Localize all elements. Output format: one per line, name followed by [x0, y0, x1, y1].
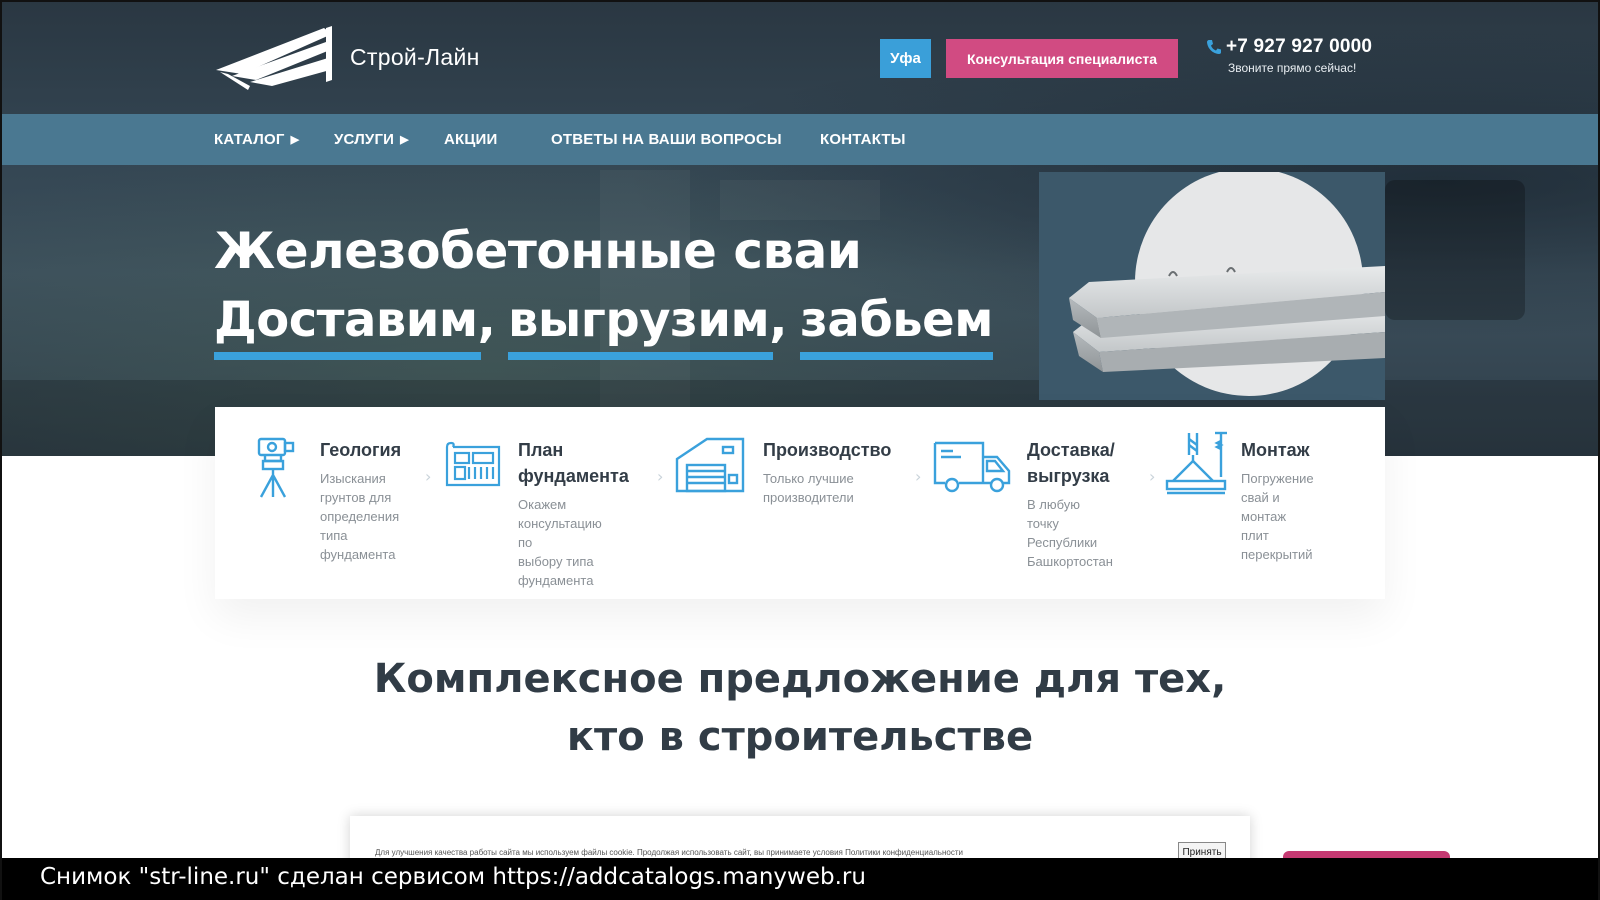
underline-accent [508, 352, 773, 360]
feature-description: В любую точку Республики Башкортостан [1027, 497, 1113, 569]
frame-border [0, 0, 2, 900]
feature-title: Производство [763, 440, 892, 460]
underline-accent [800, 352, 993, 360]
hero-product-image [1039, 172, 1385, 400]
phone-block[interactable]: +7 927 927 0000 Звоните прямо сейчас! [1206, 36, 1372, 75]
nav-item-label: КАТАЛОГ [214, 131, 285, 148]
nav-item-label: КОНТАКТЫ [820, 131, 906, 148]
consult-button[interactable]: Консультация специалиста [946, 39, 1178, 78]
caption-text: Снимок "str-line.ru" сделан сервисом htt… [40, 864, 866, 890]
logo-text: Строй-Лайн [350, 43, 480, 70]
city-button[interactable]: Уфа [880, 39, 931, 78]
blueprint-icon [445, 441, 501, 487]
hero-word-unload: выгрузим, [508, 292, 788, 360]
nav-item-services[interactable]: УСЛУГИ ▶ [334, 114, 409, 165]
feature-title: Геология [320, 440, 402, 460]
caption-bar: Снимок "str-line.ru" сделан сервисом htt… [0, 858, 1600, 900]
hero-word-drive: забьем [800, 292, 993, 360]
frame-border [0, 0, 1600, 2]
page: Строй-Лайн Уфа Консультация специалиста … [0, 0, 1600, 900]
concrete-piles-illustration [1039, 172, 1385, 400]
bg-silhouette [720, 180, 880, 220]
feature-title: План фундамента [518, 440, 629, 486]
chevron-right-icon: › [657, 467, 664, 486]
truck-icon [933, 441, 1011, 493]
feature-description: Окажем консультацию по выбору типа фунда… [518, 497, 602, 588]
underline-accent [214, 352, 482, 360]
nav-item-label: ОТВЕТЫ НА ВАШИ ВОПРОСЫ [551, 131, 782, 148]
nav-item-promotions[interactable]: АКЦИИ [444, 114, 498, 165]
factory-icon [675, 437, 745, 493]
crane-icon [1165, 431, 1227, 495]
logo[interactable]: Строй-Лайн [214, 24, 480, 90]
phone-icon [1207, 40, 1221, 54]
main-nav: КАТАЛОГ ▶ УСЛУГИ ▶ АКЦИИ ОТВЕТЫ НА ВАШИ … [0, 114, 1600, 165]
phone-subtitle: Звоните прямо сейчас! [1228, 61, 1357, 75]
nav-item-label: УСЛУГИ [334, 131, 395, 148]
nav-item-faq[interactable]: ОТВЕТЫ НА ВАШИ ВОПРОСЫ [551, 114, 782, 165]
feature-description: Погружение свай и монтаж плит перекрытий [1241, 471, 1314, 562]
bg-truck-silhouette [1385, 180, 1525, 320]
section-heading: Комплексное предложение для тех, кто в с… [373, 656, 1227, 760]
feature-description: Изыскания грунтов для определения типа ф… [320, 471, 400, 562]
hero-title: Железобетонные сваи [214, 222, 862, 280]
feature-title: Доставка/ выгрузка [1027, 440, 1115, 486]
feature-title: Монтаж [1241, 440, 1310, 460]
theodolite-icon [257, 437, 295, 498]
logo-icon [216, 26, 332, 90]
features-card: Геология Изыскания грунтов для определен… [215, 407, 1385, 599]
chevron-right-icon: › [425, 467, 432, 486]
phone-number[interactable]: +7 927 927 0000 [1226, 36, 1372, 58]
feature-description: Только лучшие производители [763, 471, 854, 505]
cookie-text: Для улучшения качества работы сайта мы и… [375, 848, 963, 857]
nav-item-contacts[interactable]: КОНТАКТЫ [820, 114, 906, 165]
nav-item-catalog[interactable]: КАТАЛОГ ▶ [214, 114, 299, 165]
chevron-right-icon: › [1149, 467, 1156, 486]
caret-right-icon: ▶ [290, 134, 300, 146]
caret-right-icon: ▶ [400, 134, 409, 146]
hero-word-deliver: Доставим, [214, 292, 496, 360]
nav-item-label: АКЦИИ [444, 131, 498, 148]
chevron-right-icon: › [915, 467, 922, 486]
